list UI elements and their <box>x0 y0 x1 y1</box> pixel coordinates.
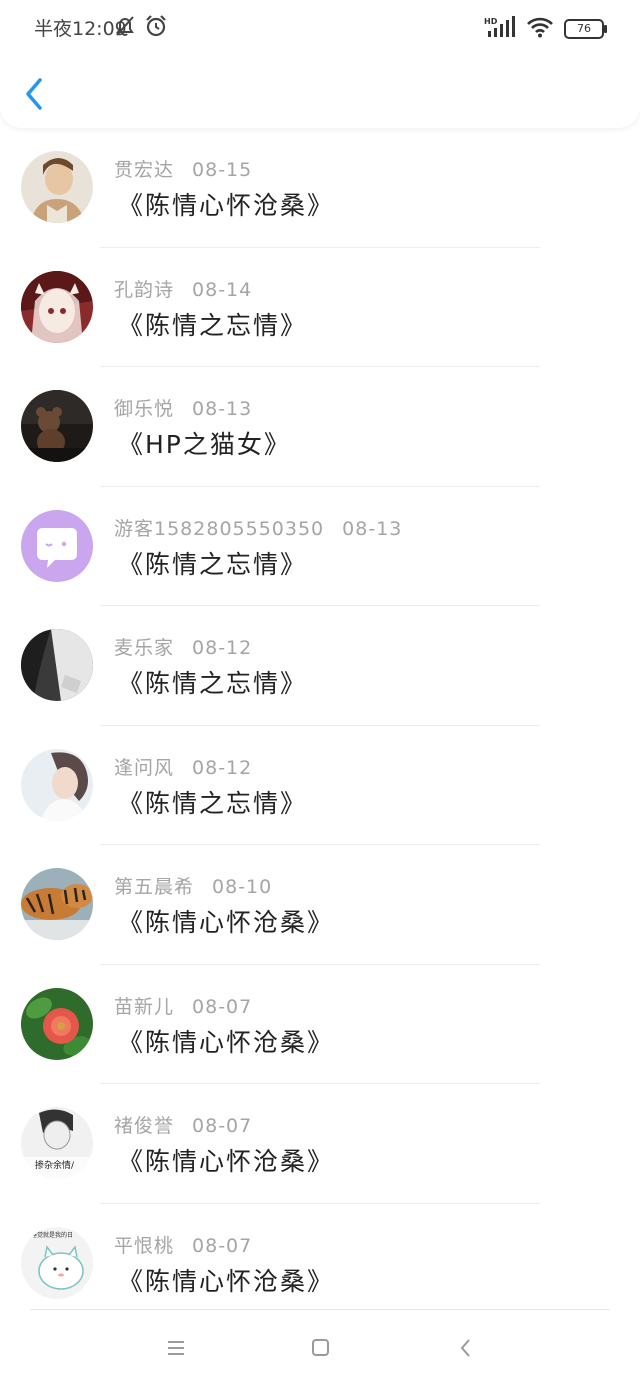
book-title[interactable]: 《陈情之忘情》 <box>118 306 307 342</box>
item-meta: 苗新儿 08-07 <box>114 992 252 1019</box>
system-navbar <box>0 1310 640 1387</box>
list-item[interactable]: 掺杂余情/ 禇俊誉 08-07 《陈情心怀沧桑》 <box>0 1084 640 1204</box>
mute-bell-icon <box>114 14 136 42</box>
back-arrow-icon <box>451 1339 481 1364</box>
avatar-caption: 删睡觉就是我的日 <box>25 1231 73 1239</box>
user-name: 禇俊誉 <box>114 1115 175 1137</box>
item-date: 08-14 <box>192 278 253 301</box>
item-date: 08-07 <box>192 995 253 1018</box>
item-meta: 逢问风 08-12 <box>114 753 252 780</box>
back-button[interactable] <box>20 74 50 114</box>
item-meta: 游客1582805550350 08-13 <box>114 514 402 541</box>
item-date: 08-13 <box>342 517 403 540</box>
item-meta: 御乐悦 08-13 <box>114 394 252 421</box>
book-title[interactable]: 《陈情之忘情》 <box>118 545 307 581</box>
book-title[interactable]: 《陈情心怀沧桑》 <box>118 186 334 222</box>
avatar[interactable]: 删睡觉就是我的日 <box>21 1226 93 1299</box>
item-date: 08-12 <box>192 756 253 779</box>
item-meta: 第五晨希 08-10 <box>114 872 272 899</box>
user-name: 游客1582805550350 <box>114 517 325 540</box>
status-left-icons <box>114 14 168 42</box>
book-title[interactable]: 《陈情心怀沧桑》 <box>118 1142 334 1178</box>
item-date: 08-07 <box>192 1234 253 1257</box>
item-meta: 贯宏达 08-15 <box>114 155 252 182</box>
user-name: 苗新儿 <box>114 995 175 1018</box>
user-name: 第五晨希 <box>114 876 195 898</box>
avatar[interactable] <box>21 390 93 462</box>
menu-icon <box>161 1341 191 1364</box>
recent-apps-button[interactable] <box>161 1336 191 1360</box>
battery-indicator: 76 <box>564 19 607 39</box>
top-bar: 半夜12:09 HD 76 <box>0 0 640 128</box>
book-title[interactable]: 《陈情心怀沧桑》 <box>118 903 334 939</box>
status-right-icons: HD 76 <box>484 16 607 42</box>
avatar[interactable] <box>21 748 93 821</box>
book-title[interactable]: 《陈情心怀沧桑》 <box>118 1262 334 1298</box>
item-meta: 禇俊誉 08-07 <box>114 1111 252 1138</box>
item-date: 08-12 <box>192 637 253 659</box>
hd-signal-icon: HD <box>484 16 516 42</box>
list-item[interactable]: 麦乐家 08-12 《陈情之忘情》 <box>0 606 640 726</box>
user-name: 逢问风 <box>114 756 175 779</box>
list-item[interactable]: 逢问风 08-12 《陈情之忘情》 <box>0 726 640 845</box>
status-time: 半夜12:09 <box>34 18 127 40</box>
item-meta: 平恨桃 08-07 <box>114 1231 252 1258</box>
svg-text:HD: HD <box>484 17 498 26</box>
avatar[interactable] <box>21 987 93 1060</box>
list-item[interactable]: 第五晨希 08-10 《陈情心怀沧桑》 <box>0 845 640 965</box>
home-button[interactable] <box>305 1336 335 1360</box>
list-item[interactable]: 御乐悦 08-13 《HP之猫女》 <box>0 367 640 487</box>
avatar[interactable]: 掺杂余情/ <box>21 1107 93 1179</box>
list-item[interactable]: 删睡觉就是我的日 平恨桃 08-07 《陈情心怀沧桑》 <box>0 1204 640 1324</box>
item-date: 08-07 <box>192 1115 253 1137</box>
list-item[interactable]: 孔韵诗 08-14 《陈情之忘情》 <box>0 248 640 367</box>
avatar[interactable] <box>21 629 93 701</box>
avatar[interactable] <box>21 151 93 223</box>
wifi-icon <box>526 16 554 42</box>
alarm-clock-icon <box>144 14 168 42</box>
avatar[interactable] <box>21 509 93 582</box>
list-item[interactable]: 游客1582805550350 08-13 《陈情之忘情》 <box>0 487 640 606</box>
user-name: 平恨桃 <box>114 1234 175 1257</box>
item-meta: 麦乐家 08-12 <box>114 633 252 660</box>
avatar-caption: 掺杂余情/ <box>35 1159 75 1171</box>
item-date: 08-15 <box>192 159 253 181</box>
avatar[interactable] <box>21 270 93 343</box>
book-title[interactable]: 《陈情之忘情》 <box>118 784 307 820</box>
user-name: 御乐悦 <box>114 398 175 420</box>
item-meta: 孔韵诗 08-14 <box>114 275 252 302</box>
list-item[interactable]: 贯宏达 08-15 《陈情心怀沧桑》 <box>0 128 640 248</box>
item-date: 08-10 <box>212 876 273 898</box>
comment-list: 贯宏达 08-15 《陈情心怀沧桑》 孔韵诗 08-14 《陈情之忘情》 御乐悦… <box>0 128 640 1323</box>
book-title[interactable]: 《陈情心怀沧桑》 <box>118 1023 334 1059</box>
book-title[interactable]: 《陈情之忘情》 <box>118 664 307 700</box>
list-item[interactable]: 苗新儿 08-07 《陈情心怀沧桑》 <box>0 965 640 1084</box>
book-title[interactable]: 《HP之猫女》 <box>118 425 291 461</box>
home-square-icon <box>305 1339 335 1364</box>
user-name: 孔韵诗 <box>114 278 175 301</box>
nav-back-button[interactable] <box>451 1336 481 1360</box>
user-name: 贯宏达 <box>114 159 175 181</box>
chevron-left-icon <box>20 78 50 118</box>
user-name: 麦乐家 <box>114 637 175 659</box>
avatar[interactable] <box>21 868 93 940</box>
item-date: 08-13 <box>192 398 253 420</box>
